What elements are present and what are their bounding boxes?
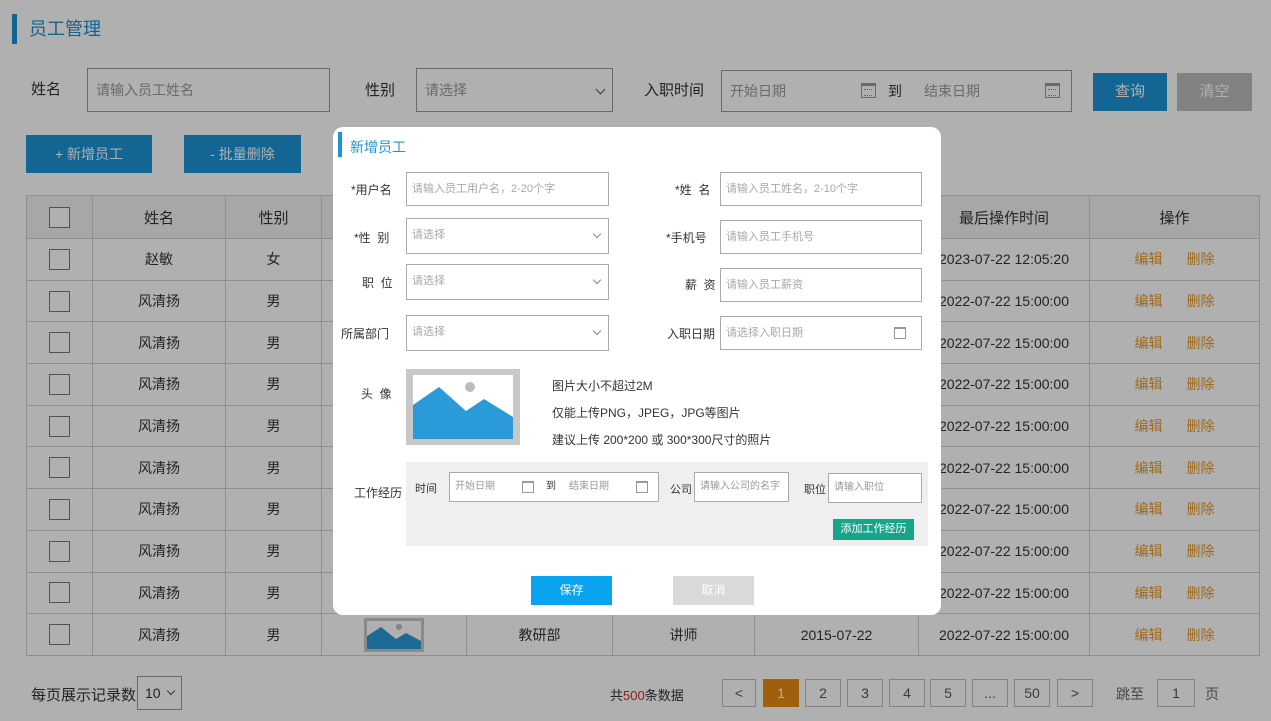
work-position-input[interactable]: 请输入职位	[828, 473, 922, 503]
department-select-placeholder: 请选择	[412, 326, 445, 338]
position-select-placeholder: 请选择	[412, 275, 445, 287]
phone-label: *手机号	[666, 231, 707, 245]
salary-label: 薪 资	[685, 278, 716, 292]
avatar-hint-size: 图片大小不超过2M	[552, 379, 653, 393]
work-company-input[interactable]: 请输入公司的名字	[694, 472, 789, 502]
position-select[interactable]: 请选择	[406, 264, 609, 300]
username-label: *用户名	[351, 183, 392, 197]
hire-date-placeholder: 请选择入职日期	[726, 327, 803, 339]
username-input[interactable]: 请输入员工用户名，2-20个字	[406, 172, 609, 206]
calendar-icon	[894, 327, 906, 339]
image-placeholder-icon	[413, 375, 513, 439]
dialog-title: 新增员工	[338, 132, 406, 157]
gender-select-placeholder: 请选择	[412, 229, 445, 241]
calendar-icon	[636, 481, 648, 493]
work-company-label: 公司	[670, 484, 692, 496]
avatar-label: 头 像	[361, 387, 392, 401]
phone-input[interactable]: 请输入员工手机号	[720, 220, 922, 254]
chevron-down-icon	[592, 229, 602, 239]
work-time-label: 时间	[415, 483, 437, 495]
avatar-upload[interactable]	[406, 369, 520, 445]
cancel-button[interactable]: 取消	[673, 576, 754, 605]
gender-select[interactable]: 请选择	[406, 218, 609, 254]
name-input[interactable]: 请输入员工姓名，2-10个字	[720, 172, 922, 206]
chevron-down-icon	[592, 275, 602, 285]
work-start-placeholder: 开始日期	[455, 481, 495, 492]
avatar-hint-dimensions: 建议上传 200*200 或 300*300尺寸的照片	[552, 433, 772, 447]
salary-input[interactable]: 请输入员工薪资	[720, 268, 922, 302]
work-position-label: 职位	[804, 484, 826, 496]
work-to-label: 到	[546, 481, 556, 492]
chevron-down-icon	[592, 326, 602, 336]
add-work-history-button[interactable]: 添加工作经历	[833, 519, 914, 540]
department-label: 所属部门	[341, 327, 390, 341]
hire-date-picker[interactable]: 请选择入职日期	[720, 316, 922, 350]
calendar-icon	[522, 481, 534, 493]
gender-label: *性 别	[354, 231, 390, 245]
position-label: 职 位	[362, 276, 393, 290]
department-select[interactable]: 请选择	[406, 315, 609, 351]
avatar-hint-format: 仅能上传PNG，JPEG，JPG等图片	[552, 406, 741, 420]
work-history-label: 工作经历	[354, 486, 403, 500]
add-employee-dialog: 新增员工 *用户名 请输入员工用户名，2-20个字 *姓 名 请输入员工姓名，2…	[333, 127, 941, 615]
work-end-placeholder: 结束日期	[569, 481, 609, 492]
save-button[interactable]: 保存	[531, 576, 612, 605]
work-date-range[interactable]: 开始日期 到 结束日期	[449, 472, 659, 502]
name-label: *姓 名	[675, 183, 711, 197]
hire-date-label: 入职日期	[667, 327, 716, 341]
